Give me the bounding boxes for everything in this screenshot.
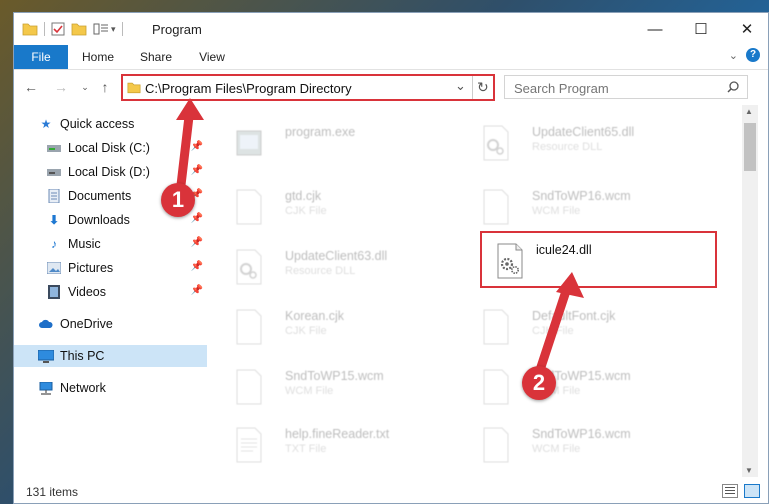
arrow-two-head <box>556 272 584 298</box>
annotation-arrows <box>176 98 584 375</box>
arrow-one-head <box>176 98 204 120</box>
callout-number-two: 2 <box>522 366 556 400</box>
callout-number-one: 1 <box>161 183 195 217</box>
arrow-two-shaft <box>535 280 573 375</box>
